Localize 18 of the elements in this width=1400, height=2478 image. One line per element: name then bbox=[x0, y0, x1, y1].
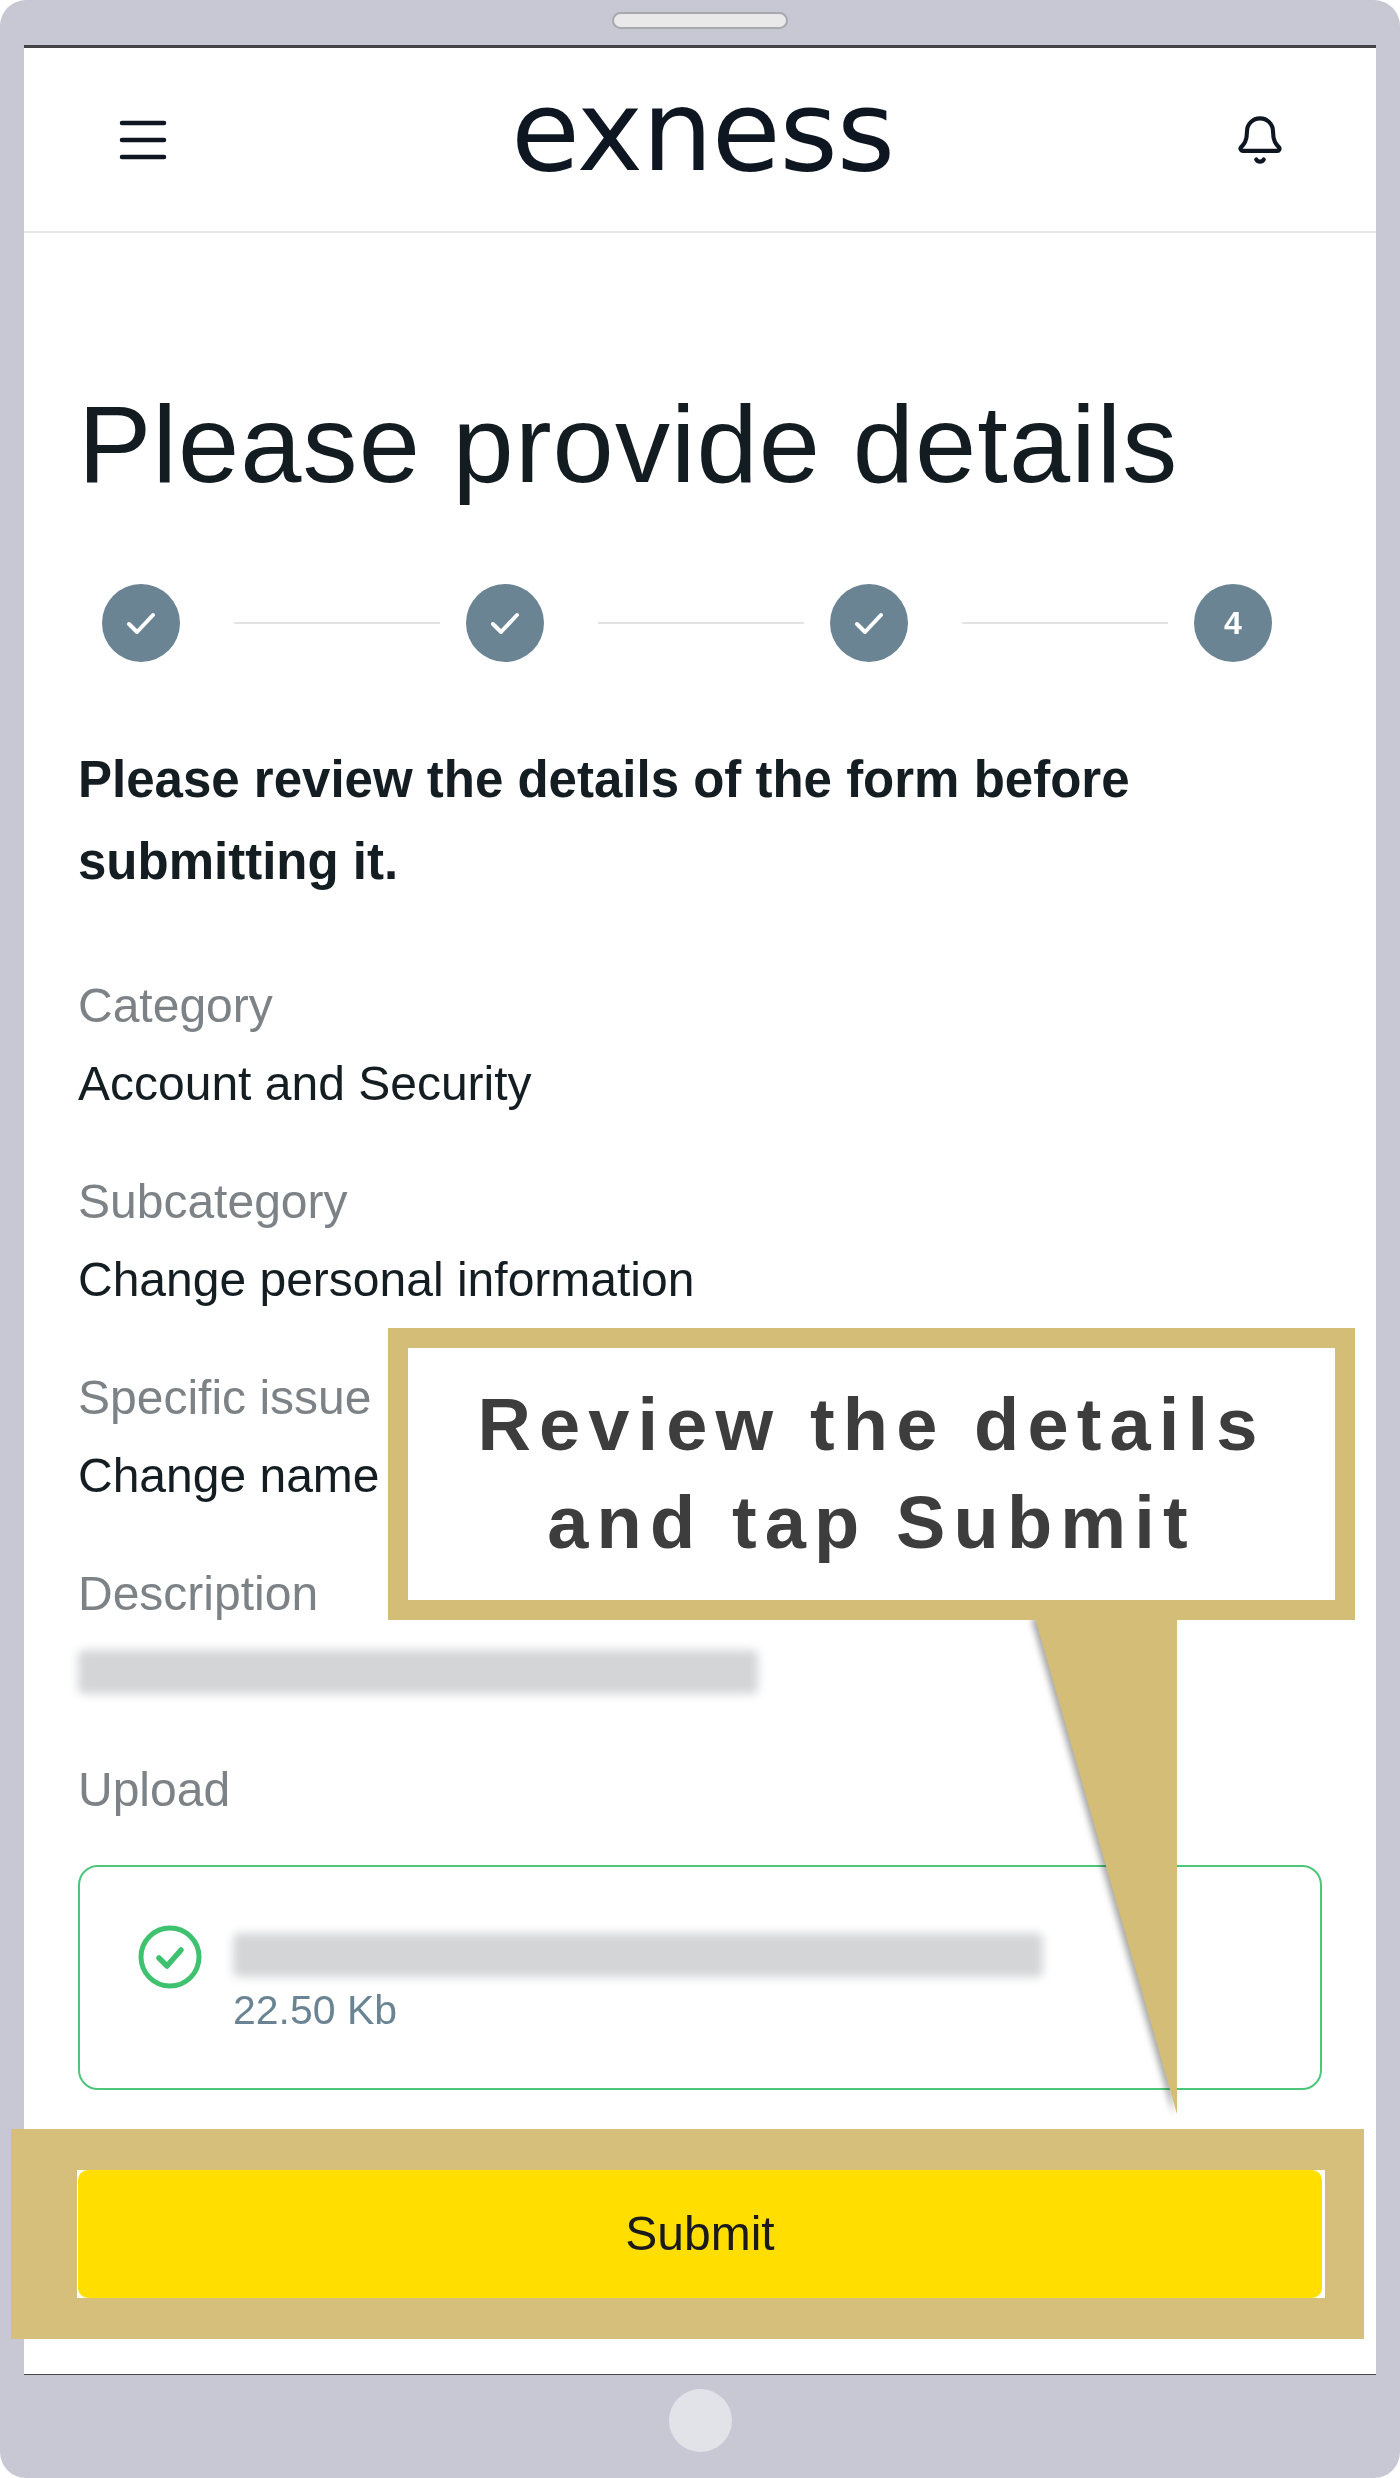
instructions-text: Please review the details of the form before submitting it. bbox=[78, 750, 1131, 892]
field-label: Category bbox=[78, 978, 273, 1034]
menu-icon[interactable] bbox=[119, 119, 167, 160]
field-value: Change personal information bbox=[78, 1252, 695, 1308]
field-value: Change name bbox=[78, 1448, 380, 1504]
earpiece-icon bbox=[612, 12, 788, 29]
field-label: Upload bbox=[78, 1762, 231, 1818]
submit-button[interactable]: Submit bbox=[78, 2170, 1322, 2298]
file-size: 22.50 Kb bbox=[233, 1986, 398, 2034]
check-circle-icon bbox=[138, 1925, 202, 1989]
callout-box: Review the details and tap Submit bbox=[388, 1328, 1355, 1620]
field-value: Account and Security bbox=[78, 1056, 532, 1112]
field-label: Description bbox=[78, 1566, 319, 1622]
brand-logo[interactable]: exness bbox=[510, 74, 895, 205]
field-label: Subcategory bbox=[78, 1174, 348, 1230]
step-number: 4 bbox=[1194, 584, 1272, 662]
page-title: Please provide details bbox=[78, 384, 1179, 504]
field-label: Specific issue bbox=[78, 1370, 372, 1426]
